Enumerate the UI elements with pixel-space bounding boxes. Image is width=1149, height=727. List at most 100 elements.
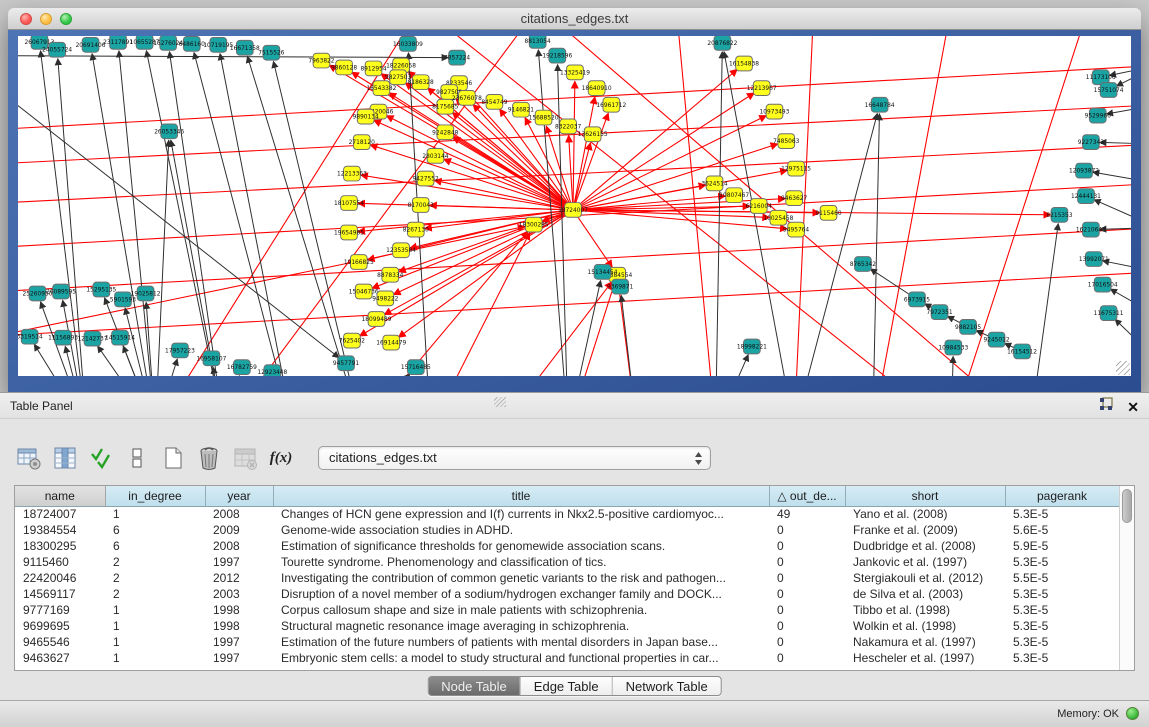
- table-cell[interactable]: 5.6E-5: [1005, 522, 1119, 538]
- graph-edge[interactable]: [34, 344, 86, 376]
- table-cell[interactable]: 0: [769, 538, 845, 554]
- table-cell[interactable]: 2012: [205, 570, 273, 586]
- graph-edge[interactable]: [873, 114, 880, 376]
- table-cell[interactable]: 0: [769, 634, 845, 650]
- table-cell[interactable]: 1997: [205, 554, 273, 570]
- table-cell[interactable]: 1997: [205, 650, 273, 666]
- table-cell[interactable]: 2009: [205, 522, 273, 538]
- graph-edge[interactable]: [374, 120, 573, 210]
- create-column-icon[interactable]: [160, 445, 186, 471]
- table-cell[interactable]: Tourette syndrome. Phenomenology and cla…: [273, 554, 769, 570]
- table-cell[interactable]: Franke et al. (2009): [845, 522, 1005, 538]
- table-cell[interactable]: 1: [105, 618, 205, 634]
- graph-edge[interactable]: [171, 140, 224, 376]
- table-cell[interactable]: Jankovic et al. (1997): [845, 554, 1005, 570]
- table-cell[interactable]: 1997: [205, 634, 273, 650]
- table-cell[interactable]: Yano et al. (2008): [845, 506, 1005, 522]
- column-header-pagerank[interactable]: pagerank: [1005, 486, 1119, 506]
- graph-edge[interactable]: [41, 51, 87, 376]
- table-cell[interactable]: 1: [105, 650, 205, 666]
- table-cell[interactable]: 5.3E-5: [1005, 586, 1119, 602]
- delete-table-icon[interactable]: [232, 445, 258, 471]
- graph-edge[interactable]: [58, 59, 87, 376]
- table-row[interactable]: 1830029562008Estimation of significance …: [15, 538, 1119, 554]
- graph-edge[interactable]: [621, 295, 637, 376]
- graph-edge[interactable]: [1094, 200, 1131, 228]
- table-cell[interactable]: 0: [769, 554, 845, 570]
- table-cell[interactable]: Stergiakouli et al. (2012): [845, 570, 1005, 586]
- table-cell[interactable]: 9463627: [15, 650, 105, 666]
- table-cell[interactable]: 18724007: [15, 506, 105, 522]
- table-cell[interactable]: 1: [105, 506, 205, 522]
- table-cell[interactable]: 49: [769, 506, 845, 522]
- graph-edge[interactable]: [155, 140, 168, 376]
- table-cell[interactable]: Investigating the contribution of common…: [273, 570, 769, 586]
- table-cell[interactable]: 9777169: [15, 602, 105, 618]
- column-header-year[interactable]: year: [205, 486, 273, 506]
- graph-edge[interactable]: [146, 302, 155, 376]
- table-cell[interactable]: 5.5E-5: [1005, 570, 1119, 586]
- tab-node-table[interactable]: Node Table: [428, 677, 520, 695]
- tab-network-table[interactable]: Network Table: [612, 677, 721, 695]
- table-cell[interactable]: 1998: [205, 618, 273, 634]
- table-scrollbar-thumb[interactable]: [1122, 489, 1132, 523]
- table-cell[interactable]: de Silva et al. (2003): [845, 586, 1005, 602]
- table-cell[interactable]: Genome-wide association studies in ADHD.: [273, 522, 769, 538]
- graph-edge[interactable]: [98, 346, 156, 376]
- table-cell[interactable]: 0: [769, 570, 845, 586]
- network-canvas[interactable]: 1872400718300295796382298601288912954182…: [18, 36, 1131, 376]
- table-cell[interactable]: Tibbo et al. (1998): [845, 602, 1005, 618]
- table-cell[interactable]: Embryonic stem cells: a model to study s…: [273, 650, 769, 666]
- table-cell[interactable]: 0: [769, 522, 845, 538]
- table-cell[interactable]: Dudbridge et al. (2008): [845, 538, 1005, 554]
- table-row[interactable]: 969969511998Structural magnetic resonanc…: [15, 618, 1119, 634]
- table-cell[interactable]: 2003: [205, 586, 273, 602]
- table-cell[interactable]: 5.3E-5: [1005, 650, 1119, 666]
- table-select-dropdown[interactable]: citations_edges.txt: [318, 446, 711, 470]
- canvas-resize-grip[interactable]: [1116, 361, 1130, 375]
- table-cell[interactable]: Corpus callosum shape and size in male p…: [273, 602, 769, 618]
- table-row[interactable]: 946554611997Estimation of the future num…: [15, 634, 1119, 650]
- column-header-title[interactable]: title: [273, 486, 769, 506]
- tab-edge-table[interactable]: Edge Table: [520, 677, 612, 695]
- graph-edge[interactable]: [194, 52, 293, 376]
- table-cell[interactable]: 5.9E-5: [1005, 538, 1119, 554]
- table-cell[interactable]: 0: [769, 586, 845, 602]
- close-panel-icon[interactable]: ✕: [1127, 400, 1139, 414]
- graph-edge[interactable]: [499, 282, 612, 376]
- table-cell[interactable]: 5.3E-5: [1005, 618, 1119, 634]
- table-cell[interactable]: 0: [769, 618, 845, 634]
- graph-edge[interactable]: [1100, 142, 1131, 144]
- network-canvas-svg[interactable]: 1872400718300295796382298601288912954182…: [18, 36, 1131, 376]
- graph-edge[interactable]: [453, 137, 573, 210]
- table-cell[interactable]: 1998: [205, 602, 273, 618]
- graph-edge[interactable]: [18, 56, 448, 58]
- graph-edge[interactable]: [573, 81, 575, 210]
- graph-edge[interactable]: [247, 56, 361, 376]
- table-cell[interactable]: 2: [105, 570, 205, 586]
- graph-edge[interactable]: [362, 374, 410, 376]
- graph-edge[interactable]: [573, 97, 595, 210]
- table-cell[interactable]: 14569117: [15, 586, 105, 602]
- column-header-name[interactable]: name: [15, 486, 105, 506]
- table-cell[interactable]: Changes of HCN gene expression and I(f) …: [273, 506, 769, 522]
- table-cell[interactable]: 18300295: [15, 538, 105, 554]
- table-cell[interactable]: 2: [105, 554, 205, 570]
- table-cell[interactable]: Wolkin et al. (1998): [845, 618, 1005, 634]
- table-row[interactable]: 1456911722003Disruption of a novel membe…: [15, 586, 1119, 602]
- table-cell[interactable]: 5.3E-5: [1005, 634, 1119, 650]
- float-panel-icon[interactable]: [1099, 397, 1113, 416]
- table-cell[interactable]: 2008: [205, 506, 273, 522]
- graph-edge[interactable]: [1116, 65, 1131, 86]
- graph-edge[interactable]: [716, 52, 723, 376]
- table-cell[interactable]: 19384554: [15, 522, 105, 538]
- delete-column-icon[interactable]: [196, 445, 222, 471]
- table-cell[interactable]: 9699695: [15, 618, 105, 634]
- row-height-icon[interactable]: [124, 445, 150, 471]
- graph-edge[interactable]: [169, 52, 224, 376]
- graph-edge[interactable]: [220, 54, 293, 376]
- table-row[interactable]: 977716911998Corpus callosum shape and si…: [15, 602, 1119, 618]
- table-scrollbar[interactable]: [1119, 486, 1134, 670]
- table-cell[interactable]: 9465546: [15, 634, 105, 650]
- table-cell[interactable]: 2: [105, 586, 205, 602]
